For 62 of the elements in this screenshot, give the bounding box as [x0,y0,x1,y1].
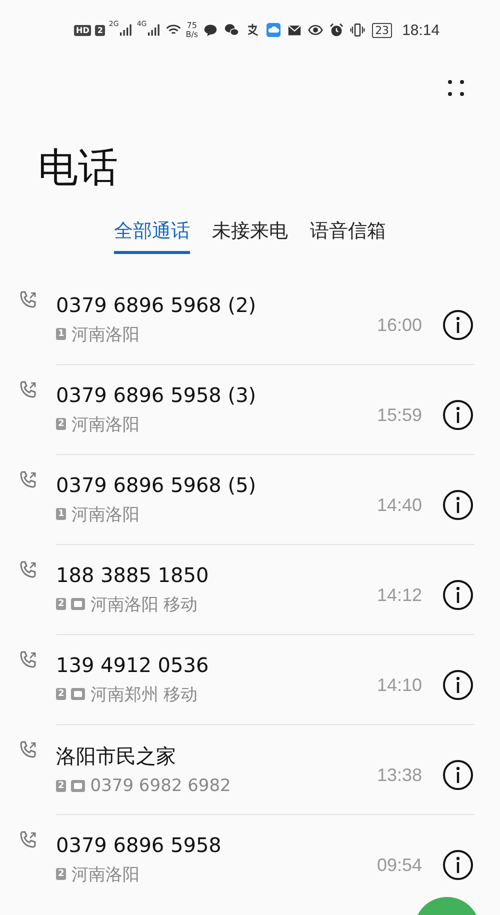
page-title: 电话 [38,144,119,193]
sim-badge: 2 [56,418,66,430]
sim-badge: 2 [56,780,66,792]
hd-indicator: HD [74,24,92,36]
wifi-icon [166,23,181,37]
outgoing-call-icon [18,560,38,580]
call-time: 14:40 [376,494,422,516]
sim-badge: 1 [56,328,66,340]
info-icon[interactable] [442,579,474,611]
sim-badge: 2 [56,598,66,610]
call-time: 15:59 [376,404,422,426]
outgoing-call-icon [18,470,38,490]
call-time: 13:38 [376,764,422,786]
call-time: 16:00 [376,314,422,336]
cloud-icon [266,23,282,37]
info-icon[interactable] [442,309,474,341]
signal-icon [148,24,161,36]
vibrate-icon [350,23,366,37]
envelope-icon [287,23,302,37]
caller-number[interactable]: 0379 6896 5968 (5) [56,472,377,496]
alarm-icon [329,23,344,37]
call-time: 09:54 [376,854,422,876]
call-time: 14:12 [376,584,422,606]
sim-badge: 2 [56,868,66,880]
chat-bubble-icon [203,23,218,37]
call-location: 河南洛阳 [71,504,140,526]
call-location: 河南郑州 移动 [90,684,198,706]
call-location: 河南洛阳 [71,864,140,886]
speed-value: 75 [186,21,197,30]
caller-number[interactable]: 188 3885 1850 [56,562,377,586]
tab[interactable]: 全部通话 [114,214,190,254]
caller-number[interactable]: 0379 6896 5968 (2) [56,292,377,316]
tab[interactable]: 未接来电 [212,214,288,254]
eye-icon [308,23,324,37]
caller-number[interactable]: 0379 6896 5958 (3) [56,382,377,406]
outgoing-call-icon [18,740,38,760]
call-location: 0379 6982 6982 [90,776,231,796]
caller-number[interactable]: 139 4912 0536 [56,652,377,676]
caller-number[interactable]: 洛阳市民之家 [56,742,377,770]
sim-badge: 2 [56,688,66,700]
clock: 18:14 [402,22,440,38]
call-location: 河南洛阳 [71,414,140,436]
sim-badge: 1 [56,508,66,520]
signal-icon [120,24,133,36]
call-location: 河南洛阳 移动 [90,594,198,616]
outgoing-call-icon [18,380,38,400]
call-location: 河南洛阳 [71,324,140,346]
speed-unit: B/s [186,30,198,39]
outgoing-call-icon [18,650,38,670]
call-time: 14:10 [376,674,422,696]
more-icon[interactable] [446,78,466,98]
info-icon[interactable] [442,759,474,791]
outgoing-call-icon [18,830,38,850]
battery-level: 23 [372,22,392,38]
outgoing-call-icon [18,290,38,310]
caller-number[interactable]: 0379 6896 5958 [56,832,377,856]
info-icon[interactable] [442,669,474,701]
tab[interactable]: 语音信箱 [310,214,386,254]
info-icon[interactable] [442,399,474,431]
info-icon[interactable] [442,489,474,521]
sim-indicator: 2 [95,24,105,36]
info-icon[interactable] [442,849,474,881]
